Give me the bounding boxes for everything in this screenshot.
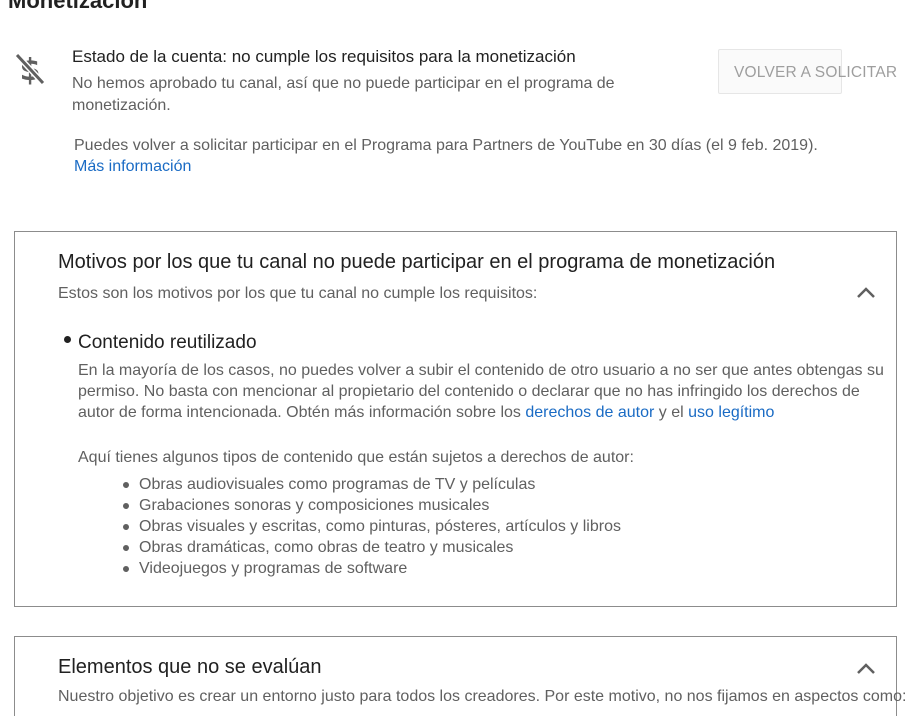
fair-use-link[interactable]: uso legítimo [688, 404, 774, 421]
reapply-button[interactable]: VOLVER A SOLICITAR [718, 49, 897, 94]
ineligibility-reasons-card: Motivos por los que tu canal no puede pa… [14, 231, 897, 607]
list-item: Grabaciones sonoras y composiciones musi… [121, 495, 621, 516]
reason-title: Contenido reutilizado [78, 332, 257, 353]
no-money-icon: $ [14, 50, 46, 88]
reasons-card-subtitle: Estos son los motivos por los que tu can… [58, 285, 538, 302]
not-evaluated-card-title: Elementos que no se evalúan [58, 656, 322, 678]
reapply-button-label: VOLVER A SOLICITAR [734, 64, 898, 81]
page-title: Monetización [8, 0, 148, 13]
more-info-link[interactable]: Más información [74, 156, 191, 178]
bullet-icon [64, 336, 71, 343]
list-item: Videojuegos y programas de software [121, 558, 621, 579]
not-evaluated-card: Elementos que no se evalúan Nuestro obje… [14, 636, 906, 716]
copyright-link[interactable]: derechos de autor [525, 404, 654, 421]
reason-description: En la mayoría de los casos, no puedes vo… [78, 360, 893, 423]
copyright-examples-list: Obras audiovisuales como programas de TV… [121, 474, 621, 579]
chevron-up-icon[interactable] [855, 662, 877, 676]
chevron-up-icon[interactable] [855, 286, 877, 300]
reasons-card-title: Motivos por los que tu canal no puede pa… [58, 251, 776, 273]
list-item: Obras audiovisuales como programas de TV… [121, 474, 621, 495]
list-item: Obras dramáticas, como obras de teatro y… [121, 537, 621, 558]
reapply-note: Puedes volver a solicitar participar en … [74, 137, 818, 154]
not-evaluated-card-subtitle: Nuestro objetivo es crear un entorno jus… [58, 688, 907, 705]
monetization-page: Monetización $ Estado de la cuenta: no c… [0, 0, 914, 716]
account-status-description: No hemos aprobado tu canal, así que no p… [72, 75, 615, 114]
examples-intro: Aquí tienes algunos tipos de contenido q… [78, 449, 634, 466]
list-item: Obras visuales y escritas, como pinturas… [121, 516, 621, 537]
account-status-title: Estado de la cuenta: no cumple los requi… [72, 47, 576, 66]
reason-connector: y el [654, 404, 689, 421]
